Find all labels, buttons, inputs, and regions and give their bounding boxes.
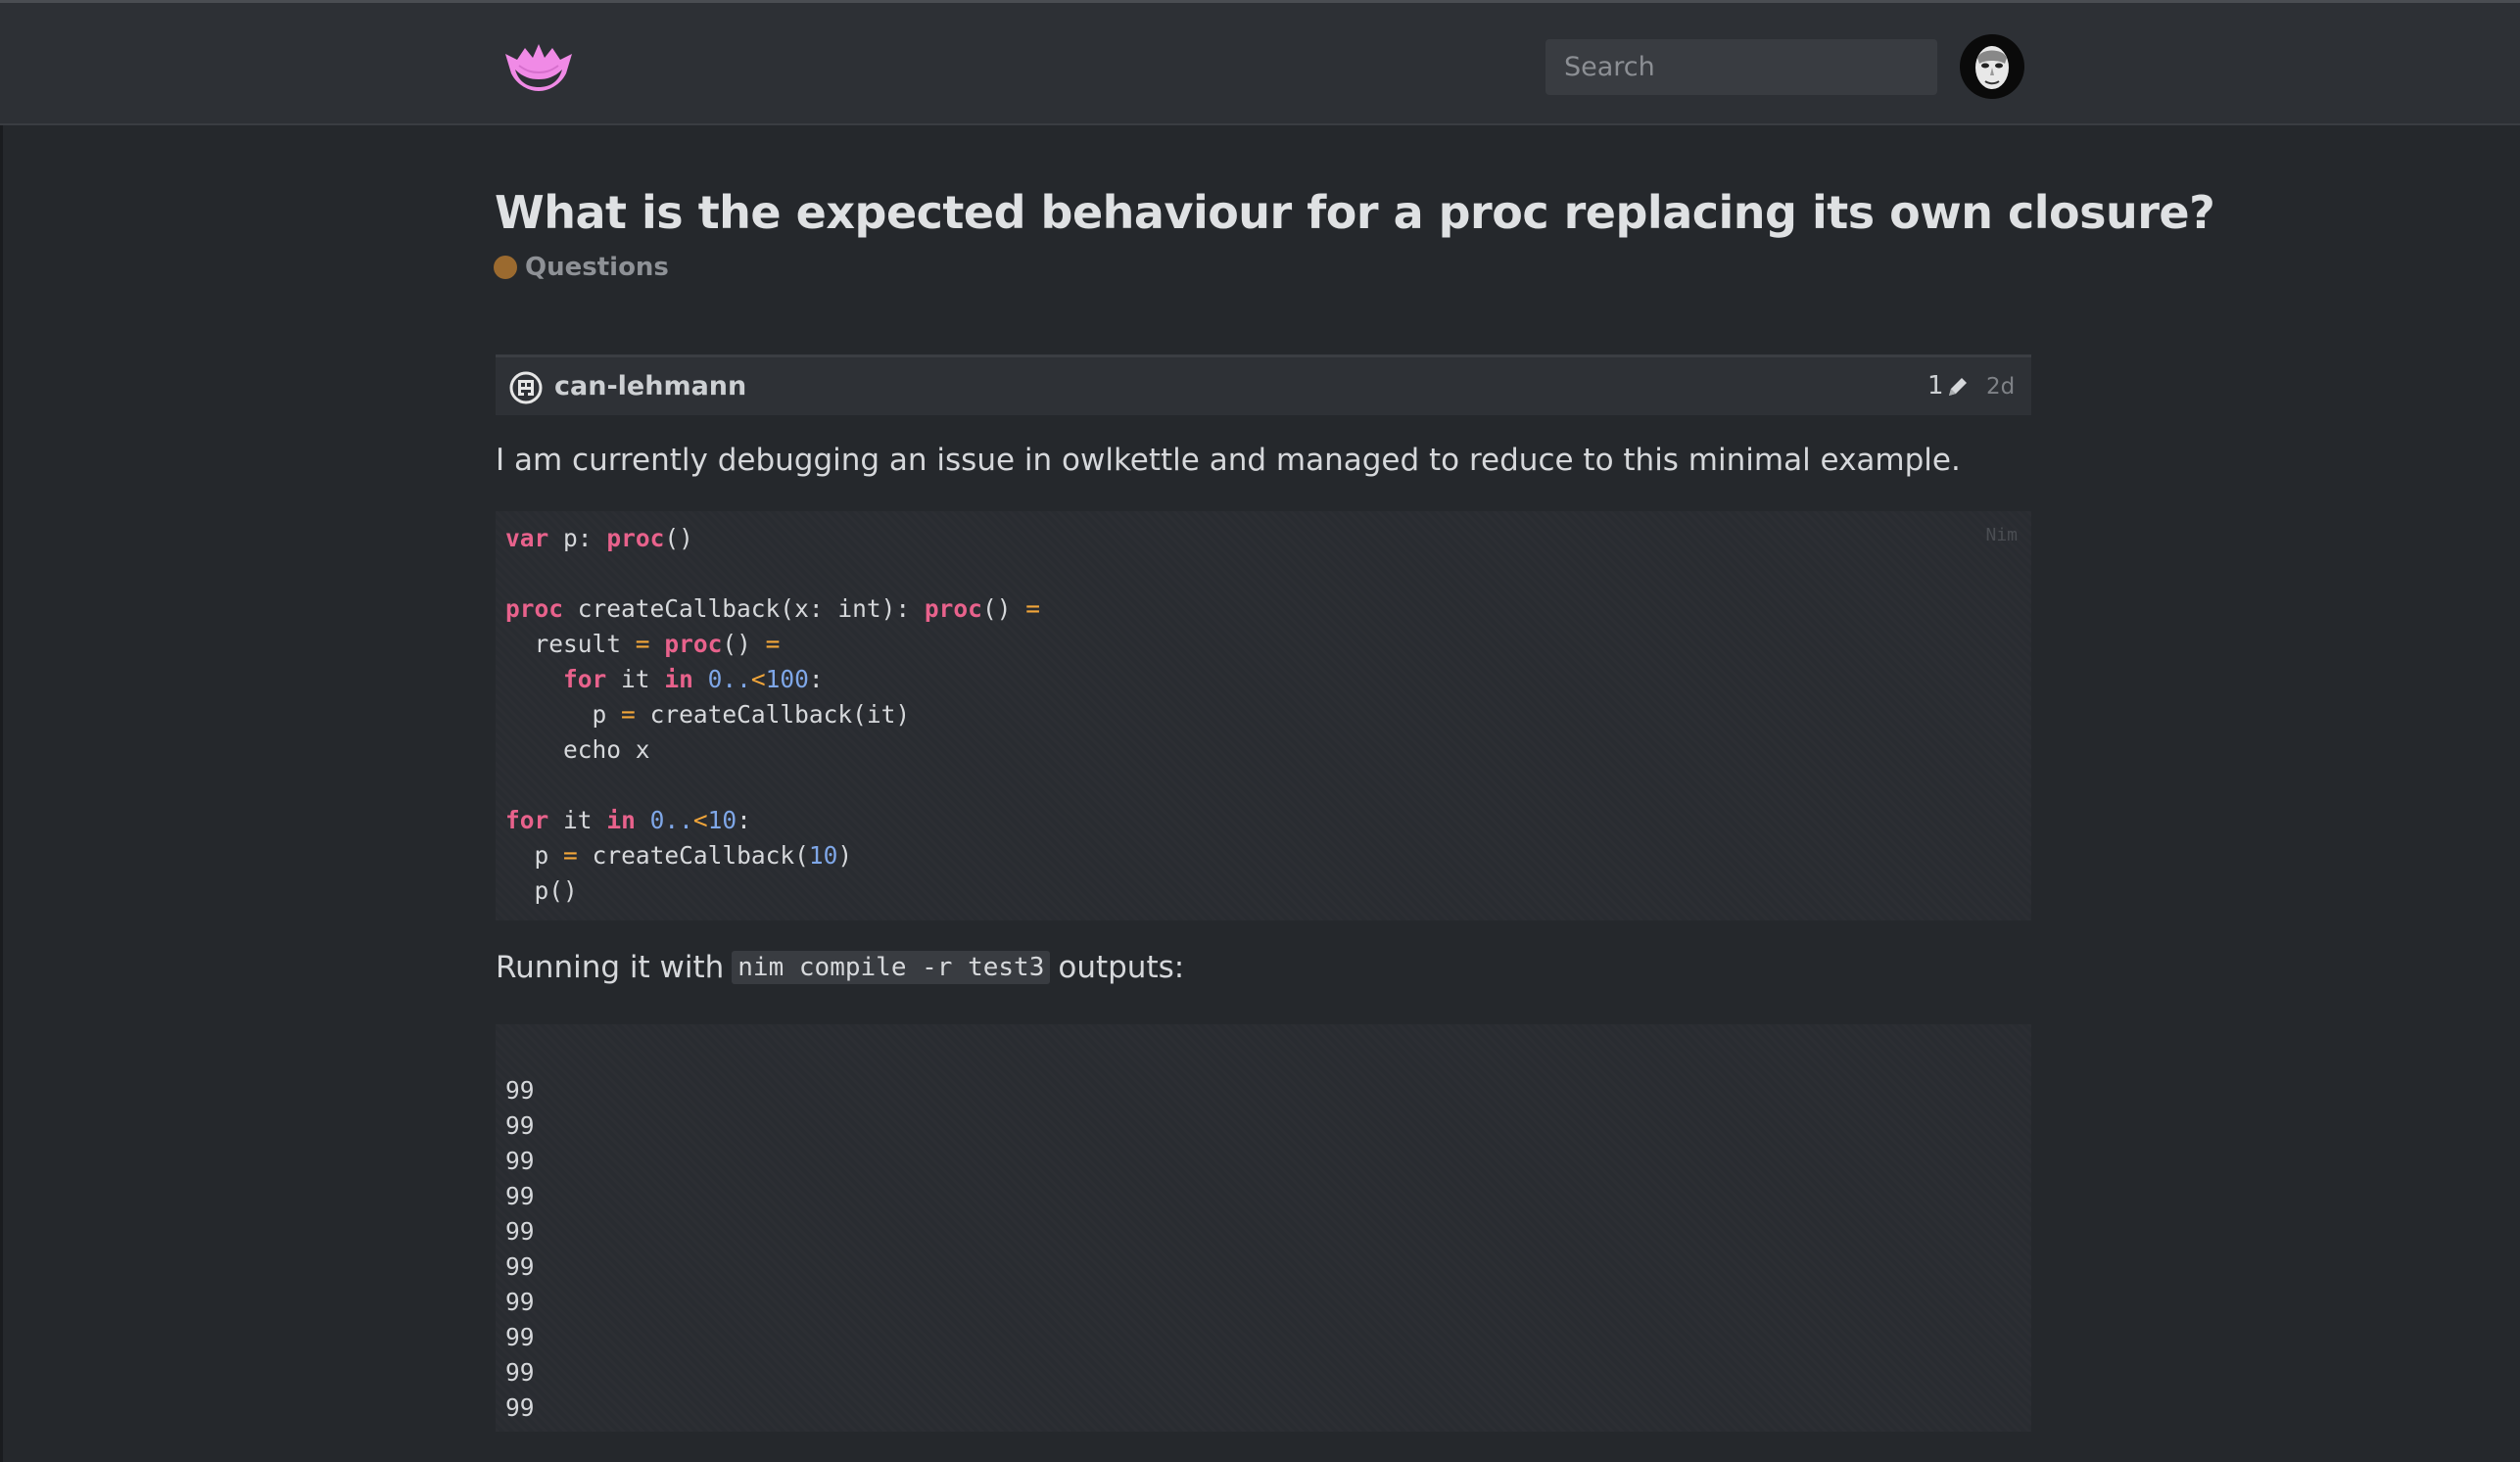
code-line: echo x [563,735,650,764]
output-lines: 99 99 99 99 99 99 99 99 99 99 [505,1073,535,1426]
code-line: p() [534,876,578,905]
top-bar [0,0,2520,125]
running-text: Running it with nim compile -r test3 out… [496,950,1184,985]
output-line: 99 [505,1217,535,1246]
code-lines: var p: proc() proc createCallback(x: int)… [505,521,1040,909]
output-line: 99 [505,1182,535,1210]
category-color-dot [494,256,517,279]
code-line: proc createCallback(x: int): proc() = [505,594,1040,623]
topic-title: What is the expected behaviour for a pro… [495,186,2215,239]
running-text-before: Running it with [496,950,725,985]
author-name[interactable]: can-lehmann [554,371,746,401]
output-line: 99 [505,1393,535,1422]
mask-face-icon [1975,46,2009,89]
code-line: p = createCallback(10) [534,841,853,870]
code-line: result = proc() = [534,630,781,658]
code-line: for it in 0..<10: [505,806,751,834]
output-line: 99 [505,1252,535,1281]
edit-count[interactable]: 1 [1927,371,1944,401]
category-link[interactable]: Questions [494,253,669,282]
output-line: 99 [505,1147,535,1175]
post-time[interactable]: 2d [1986,374,2015,400]
inline-command: nim compile -r test3 [732,951,1051,984]
code-block: Nim var p: proc() proc createCallback(x: … [496,511,2031,920]
nim-crown-logo-icon[interactable] [501,40,576,99]
left-edge [0,0,3,1462]
code-line: var p: proc() [505,524,693,552]
code-line: p = createCallback(it) [592,700,911,729]
output-line: 99 [505,1111,535,1140]
post-header: can-lehmann 1 2d [496,354,2031,415]
code-line: for it in 0..<100: [563,665,824,693]
post-intro-text: I am currently debugging an issue in owl… [496,443,1961,478]
author-avatar-icon[interactable] [509,371,543,404]
code-language-tag: Nim [1985,525,2018,545]
category-label: Questions [525,253,669,282]
output-line: 99 [505,1358,535,1387]
output-line: 99 [505,1288,535,1316]
output-line: 99 [505,1323,535,1351]
running-text-after: outputs: [1058,950,1185,985]
user-avatar[interactable] [1960,34,2024,99]
output-line: 99 [505,1076,535,1105]
search-input[interactable] [1545,39,1937,95]
output-block: 99 99 99 99 99 99 99 99 99 99 [496,1024,2031,1432]
pencil-icon[interactable] [1945,374,1971,400]
